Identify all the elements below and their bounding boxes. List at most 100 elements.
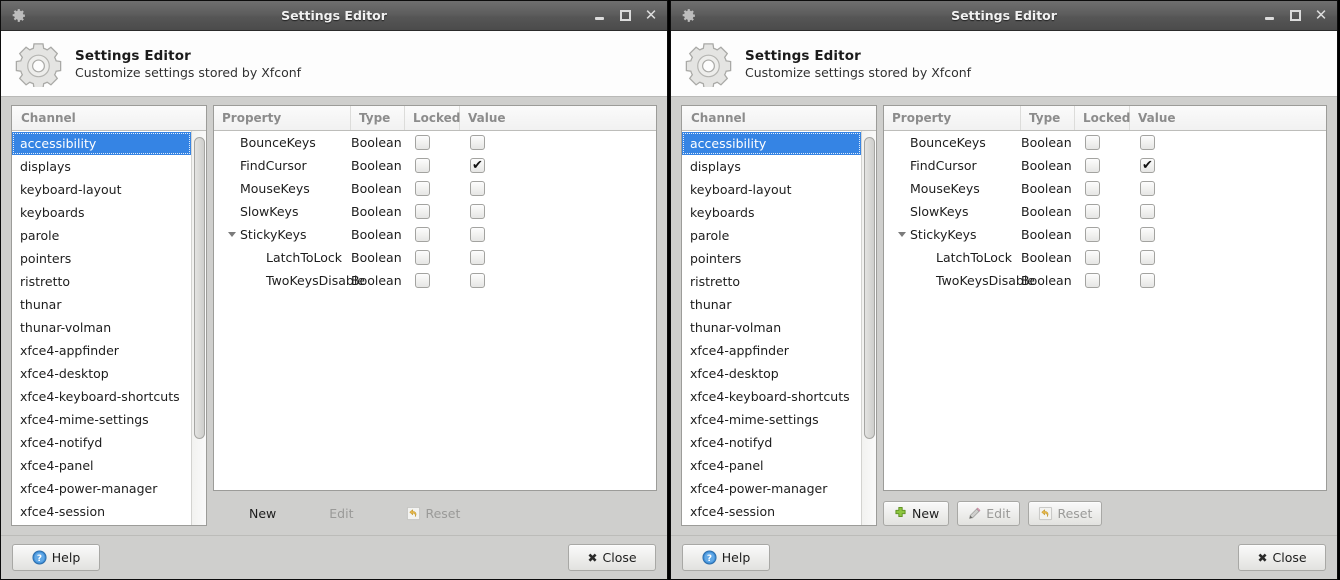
locked-checkbox[interactable] [1085,250,1100,265]
channel-item[interactable]: xfce4-session [12,500,191,523]
maximize-icon[interactable] [1283,4,1307,28]
value-checkbox[interactable] [470,250,485,265]
channel-item[interactable]: thunar [682,293,861,316]
value-checkbox[interactable] [1140,135,1155,150]
locked-checkbox[interactable] [1085,158,1100,173]
channel-item[interactable]: xfce4-desktop [12,362,191,385]
channel-item[interactable]: xfce4-settings-editor [12,523,191,525]
reset-button[interactable]: Reset [1028,501,1102,526]
channel-item[interactable]: keyboard-layout [682,178,861,201]
value-checkbox[interactable]: ✔ [470,158,485,173]
channel-item[interactable]: displays [12,155,191,178]
channel-item[interactable]: ristretto [12,270,191,293]
locked-checkbox[interactable] [1085,227,1100,242]
channel-item[interactable]: parole [682,224,861,247]
table-row[interactable]: MouseKeysBoolean [214,177,656,200]
channel-item[interactable]: pointers [12,247,191,270]
close-button[interactable]: ✖ Close [568,544,656,571]
chevron-down-icon[interactable] [898,232,906,237]
minimize-icon[interactable] [1257,4,1281,28]
channel-item[interactable]: xfce4-panel [682,454,861,477]
channel-item[interactable]: xfce4-session [682,500,861,523]
value-checkbox[interactable] [1140,273,1155,288]
channel-item[interactable]: keyboards [682,201,861,224]
new-button[interactable]: New [246,501,279,526]
channel-item[interactable]: xfce4-mime-settings [12,408,191,431]
channel-item[interactable]: xfce4-appfinder [12,339,191,362]
help-button[interactable]: ? Help [682,544,770,571]
value-checkbox[interactable] [1140,204,1155,219]
edit-button[interactable]: Edit [957,501,1020,526]
channel-item[interactable]: xfce4-keyboard-shortcuts [12,385,191,408]
table-row[interactable]: StickyKeysBoolean [214,223,656,246]
channel-item[interactable]: accessibility [682,132,861,155]
channel-item[interactable]: xfce4-keyboard-shortcuts [682,385,861,408]
locked-checkbox[interactable] [415,158,430,173]
table-row[interactable]: FindCursorBoolean✔ [214,154,656,177]
locked-checkbox[interactable] [1085,135,1100,150]
value-checkbox[interactable] [470,273,485,288]
close-button[interactable]: ✖ Close [1238,544,1326,571]
titlebar[interactable]: Settings Editor ✕ [671,1,1337,31]
channel-item[interactable]: ristretto [682,270,861,293]
locked-checkbox[interactable] [415,250,430,265]
locked-checkbox[interactable] [415,204,430,219]
titlebar[interactable]: Settings Editor ✕ [1,1,667,31]
maximize-icon[interactable] [613,4,637,28]
channel-item[interactable]: thunar [12,293,191,316]
channel-item[interactable]: keyboard-layout [12,178,191,201]
value-checkbox[interactable] [470,135,485,150]
locked-checkbox[interactable] [1085,273,1100,288]
table-row[interactable]: FindCursorBoolean✔ [884,154,1326,177]
value-checkbox[interactable] [470,204,485,219]
channel-item[interactable]: xfce4-settings-editor [682,523,861,525]
channel-scrollbar[interactable] [191,131,206,525]
locked-checkbox[interactable] [1085,204,1100,219]
channel-item[interactable]: thunar-volman [12,316,191,339]
close-icon[interactable]: ✕ [1309,4,1333,28]
table-row[interactable]: SlowKeysBoolean [884,200,1326,223]
help-button[interactable]: ? Help [12,544,100,571]
edit-button[interactable]: Edit [326,501,356,526]
channel-item[interactable]: xfce4-panel [12,454,191,477]
close-icon[interactable]: ✕ [639,4,663,28]
table-row[interactable]: BounceKeysBoolean [884,131,1326,154]
channel-item[interactable]: pointers [682,247,861,270]
table-row[interactable]: LatchToLockBoolean [884,246,1326,269]
locked-checkbox[interactable] [415,273,430,288]
table-row[interactable]: TwoKeysDisableBoolean [884,269,1326,292]
channel-item[interactable]: accessibility [12,132,191,155]
channel-scrollbar[interactable] [861,131,876,525]
table-row[interactable]: LatchToLockBoolean [214,246,656,269]
channel-item[interactable]: xfce4-mime-settings [682,408,861,431]
locked-checkbox[interactable] [1085,181,1100,196]
channel-item[interactable]: xfce4-notifyd [12,431,191,454]
channel-item[interactable]: thunar-volman [682,316,861,339]
channel-item[interactable]: xfce4-power-manager [682,477,861,500]
value-checkbox[interactable] [1140,250,1155,265]
locked-checkbox[interactable] [415,181,430,196]
minimize-icon[interactable] [587,4,611,28]
channel-item[interactable]: keyboards [12,201,191,224]
table-row[interactable]: TwoKeysDisableBoolean [214,269,656,292]
chevron-down-icon[interactable] [228,232,236,237]
value-checkbox[interactable]: ✔ [1140,158,1155,173]
table-row[interactable]: MouseKeysBoolean [884,177,1326,200]
value-checkbox[interactable] [470,227,485,242]
new-button[interactable]: New [883,501,949,526]
channel-list[interactable]: accessibilitydisplayskeyboard-layoutkeyb… [12,131,191,525]
reset-button[interactable]: Reset [403,501,463,526]
scrollbar-thumb[interactable] [864,137,875,439]
value-checkbox[interactable] [470,181,485,196]
locked-checkbox[interactable] [415,227,430,242]
value-checkbox[interactable] [1140,181,1155,196]
channel-item[interactable]: displays [682,155,861,178]
locked-checkbox[interactable] [415,135,430,150]
channel-item[interactable]: xfce4-appfinder [682,339,861,362]
table-row[interactable]: SlowKeysBoolean [214,200,656,223]
channel-item[interactable]: xfce4-power-manager [12,477,191,500]
scrollbar-thumb[interactable] [194,137,205,439]
channel-item[interactable]: xfce4-desktop [682,362,861,385]
table-row[interactable]: BounceKeysBoolean [214,131,656,154]
table-row[interactable]: StickyKeysBoolean [884,223,1326,246]
